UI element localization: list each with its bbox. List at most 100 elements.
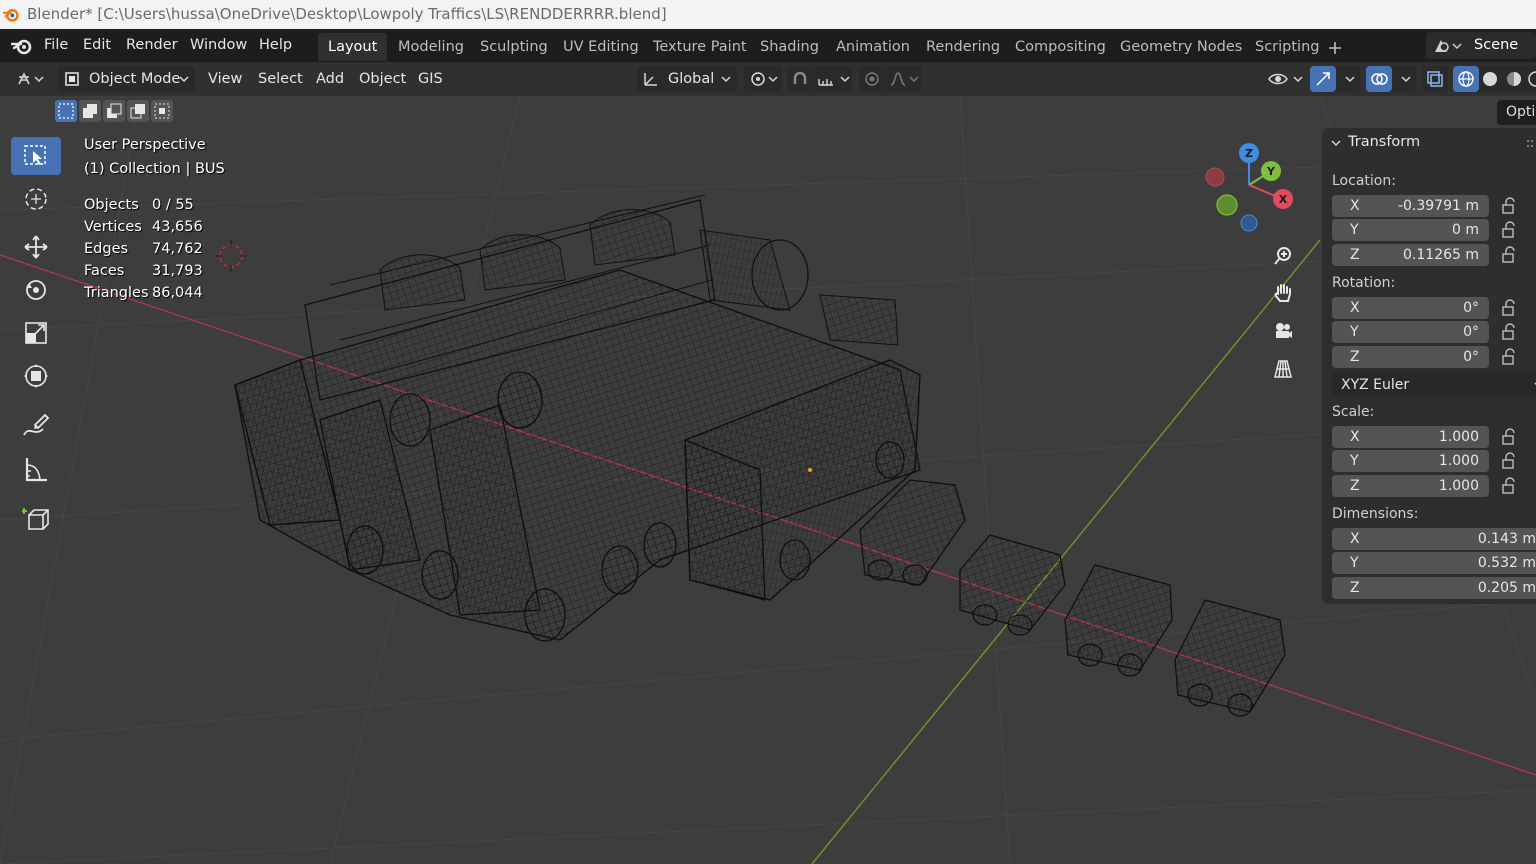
lock-icon[interactable] xyxy=(1500,246,1518,264)
options-tab[interactable]: Optio xyxy=(1497,100,1536,125)
viewport-scene[interactable]: Z Y X xyxy=(0,96,1536,864)
zoom-button[interactable] xyxy=(1266,239,1300,273)
select-extend-button[interactable] xyxy=(79,100,101,122)
menu-view[interactable]: View xyxy=(208,65,242,93)
snap-target-selector[interactable] xyxy=(814,66,852,92)
transform-panel-title[interactable]: Transform xyxy=(1348,134,1420,150)
lock-icon[interactable] xyxy=(1500,452,1518,470)
rotation-mode-select[interactable]: XYZ Euler xyxy=(1332,373,1536,397)
select-new-button[interactable] xyxy=(55,100,77,122)
select-invert-button[interactable] xyxy=(127,100,149,122)
blender-menu-icon[interactable] xyxy=(11,36,33,56)
location-x-field[interactable]: X -0.39791 m xyxy=(1332,195,1489,217)
tab-rendering[interactable]: Rendering xyxy=(916,33,1010,61)
menu-help[interactable]: Help xyxy=(259,29,292,62)
menu-gis[interactable]: GIS xyxy=(418,65,443,93)
field-value: 0.532 m xyxy=(1477,555,1536,571)
dimensions-z-field[interactable]: Z 0.205 m xyxy=(1332,577,1536,599)
scale-y-field[interactable]: Y 1.000 xyxy=(1332,450,1489,472)
stat-label-triangles: Triangles xyxy=(84,285,149,301)
drag-handle-icon[interactable] xyxy=(1526,138,1534,150)
scale-z-field[interactable]: Z 1.000 xyxy=(1332,475,1489,497)
tab-uv-editing[interactable]: UV Editing xyxy=(553,33,649,61)
solid-shading-icon[interactable] xyxy=(1481,70,1499,88)
tab-texture-paint[interactable]: Texture Paint xyxy=(643,33,757,61)
tab-geometry-nodes[interactable]: Geometry Nodes xyxy=(1110,33,1252,61)
orientation-icon xyxy=(644,73,657,86)
dimensions-x-field[interactable]: X 0.143 m xyxy=(1332,528,1536,550)
scale-tool[interactable] xyxy=(11,314,61,352)
gizmo-toggle[interactable] xyxy=(1310,66,1360,92)
menu-render[interactable]: Render xyxy=(126,29,178,62)
location-y-field[interactable]: Y 0 m xyxy=(1332,219,1489,241)
axis-label: Y xyxy=(1350,324,1359,340)
overlay-toggle[interactable] xyxy=(1366,66,1416,92)
3d-cursor-icon xyxy=(215,240,247,272)
field-value: -0.39791 m xyxy=(1397,198,1479,214)
add-workspace-icon[interactable] xyxy=(1327,40,1343,56)
tab-shading[interactable]: Shading xyxy=(750,33,829,61)
lock-icon[interactable] xyxy=(1500,428,1518,446)
editor-type-button[interactable] xyxy=(12,66,48,92)
chevron-down-icon[interactable] xyxy=(1330,138,1342,148)
transform-orientation-selector[interactable]: Global xyxy=(637,66,737,92)
axis-label: Y xyxy=(1350,222,1359,238)
tab-scripting[interactable]: Scripting xyxy=(1245,33,1329,61)
menu-window[interactable]: Window xyxy=(190,29,247,62)
lock-icon[interactable] xyxy=(1500,221,1518,239)
falloff-selector[interactable] xyxy=(886,66,922,92)
rotation-z-field[interactable]: Z 0° xyxy=(1332,346,1489,368)
dimensions-y-field[interactable]: Y 0.532 m xyxy=(1332,552,1536,574)
gizmo-x-label: X xyxy=(1279,193,1288,206)
ortho-toggle-button[interactable] xyxy=(1266,352,1300,386)
select-box-tool[interactable] xyxy=(11,137,61,175)
shading-mode-selector[interactable] xyxy=(1453,66,1536,92)
material-shading-icon[interactable] xyxy=(1505,70,1523,88)
annotate-tool[interactable] xyxy=(11,407,61,445)
select-intersect-icon xyxy=(154,103,170,119)
menu-object[interactable]: Object xyxy=(359,65,406,93)
pan-button[interactable] xyxy=(1266,276,1300,310)
snap-toggle[interactable] xyxy=(787,66,813,92)
mode-selector[interactable]: Object Mode xyxy=(57,66,195,92)
menu-select[interactable]: Select xyxy=(258,65,303,93)
tab-layout[interactable]: Layout xyxy=(318,33,388,61)
navigation-gizmo[interactable]: Z Y X xyxy=(1205,143,1293,232)
rendered-shading-icon[interactable] xyxy=(1527,70,1536,88)
axis-label: Z xyxy=(1350,349,1360,365)
tab-compositing[interactable]: Compositing xyxy=(1005,33,1116,61)
lock-icon[interactable] xyxy=(1500,299,1518,317)
menu-add[interactable]: Add xyxy=(316,65,344,93)
transform-tool[interactable] xyxy=(11,357,61,395)
tab-sculpting[interactable]: Sculpting xyxy=(470,33,558,61)
add-cube-tool[interactable] xyxy=(11,500,61,538)
scale-x-field[interactable]: X 1.000 xyxy=(1332,426,1489,448)
3d-viewport[interactable]: Z Y X xyxy=(0,96,1536,864)
select-subtract-button[interactable] xyxy=(103,100,125,122)
orientation-label: Global xyxy=(668,71,715,87)
menu-file[interactable]: File xyxy=(44,29,68,62)
xray-toggle[interactable] xyxy=(1422,66,1448,92)
lock-icon[interactable] xyxy=(1500,197,1518,215)
proportional-edit-toggle[interactable] xyxy=(859,66,885,92)
cursor-tool[interactable] xyxy=(11,180,61,218)
rotate-tool[interactable] xyxy=(11,271,61,309)
move-tool[interactable] xyxy=(11,228,61,266)
lock-icon[interactable] xyxy=(1500,348,1518,366)
pivot-point-selector[interactable] xyxy=(744,66,782,92)
select-intersect-button[interactable] xyxy=(151,100,173,122)
lock-icon[interactable] xyxy=(1500,323,1518,341)
scene-selector[interactable]: Scene xyxy=(1426,32,1536,59)
rotation-y-field[interactable]: Y 0° xyxy=(1332,321,1489,343)
tab-animation[interactable]: Animation xyxy=(826,33,920,61)
select-box-icon xyxy=(24,145,46,165)
location-z-field[interactable]: Z 0.11265 m xyxy=(1332,244,1489,266)
lock-icon[interactable] xyxy=(1500,477,1518,495)
camera-view-button[interactable] xyxy=(1266,314,1300,348)
visibility-selector[interactable] xyxy=(1264,66,1306,92)
measure-tool[interactable] xyxy=(11,450,61,488)
wireframe-shading-icon[interactable] xyxy=(1457,70,1475,88)
tab-modeling[interactable]: Modeling xyxy=(388,33,474,61)
rotation-x-field[interactable]: X 0° xyxy=(1332,297,1489,319)
menu-edit[interactable]: Edit xyxy=(83,29,111,62)
